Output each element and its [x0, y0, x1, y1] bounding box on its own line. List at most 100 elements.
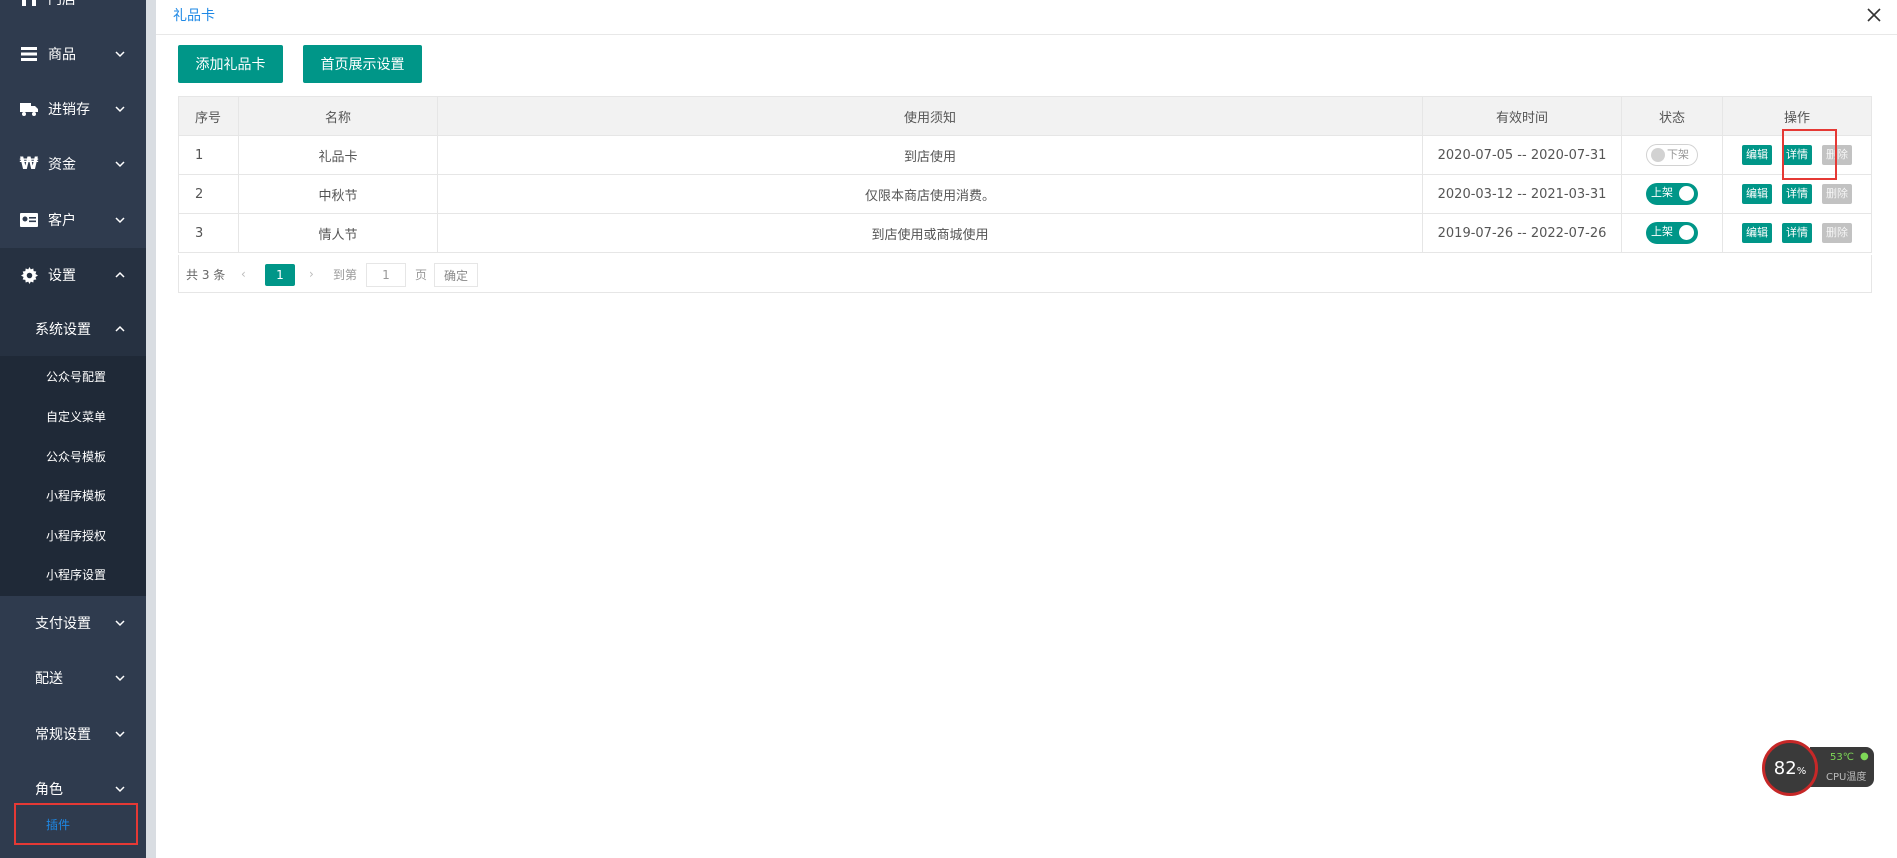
column-header-notice: 使用须知	[437, 96, 1423, 136]
chevron-down-icon	[115, 51, 125, 58]
page-confirm-button[interactable]: 确定	[434, 263, 478, 287]
id-card-icon	[18, 209, 40, 231]
cpu-usage-ring: 82 %	[1762, 740, 1818, 796]
cell-name: 情人节	[238, 213, 438, 253]
sidebar-item-system-settings[interactable]: 系统设置	[0, 302, 146, 356]
close-icon[interactable]	[1865, 6, 1883, 24]
chevron-down-icon	[115, 106, 125, 113]
sidebar-subitem-miniprogram-template[interactable]: 小程序模板	[0, 475, 146, 515]
cell-notice: 仅限本商店使用消费。	[437, 174, 1423, 214]
chevron-up-icon	[115, 325, 125, 332]
table-row: 3 情人节 到店使用或商城使用 2019-07-26 -- 2022-07-26…	[178, 213, 1872, 253]
sidebar-divider	[146, 0, 156, 858]
chevron-down-icon	[115, 675, 125, 682]
sidebar: 门店 商品 进销存 ₩ 资金 客户 设置 系统设置 公众号配置 自定义菜单 公众…	[0, 0, 146, 858]
sidebar-item-goods[interactable]: 商品	[0, 27, 146, 81]
column-header-seq: 序号	[178, 96, 239, 136]
sidebar-item-plugins[interactable]: 插件	[14, 803, 138, 845]
edit-button[interactable]: 编辑	[1742, 145, 1772, 165]
sidebar-item-label: 门店	[48, 0, 76, 8]
prev-page-icon[interactable]: ‹	[241, 255, 246, 293]
sidebar-item-label: 常规设置	[35, 727, 91, 743]
cell-seq: 2	[178, 174, 239, 214]
goto-label: 到第	[333, 267, 358, 282]
column-header-name: 名称	[238, 96, 438, 136]
sidebar-item-customers[interactable]: 客户	[0, 193, 146, 247]
cell-valid-time: 2019-07-26 -- 2022-07-26	[1422, 213, 1622, 253]
sidebar-item-settings[interactable]: 设置	[0, 248, 146, 302]
cell-valid-time: 2020-03-12 -- 2021-03-31	[1422, 174, 1622, 214]
sidebar-item-delivery[interactable]: 配送	[0, 651, 146, 705]
sidebar-subitem-official-account-template[interactable]: 公众号模板	[0, 436, 146, 476]
sidebar-item-label: 进销存	[48, 102, 90, 118]
gift-card-table: 序号 名称 使用须知 有效时间 状态 操作 1 礼品卡 到店使用 2020-07…	[178, 96, 1872, 253]
cell-notice: 到店使用或商城使用	[437, 213, 1423, 253]
panel-header: 礼品卡	[156, 0, 1897, 35]
sidebar-subitem-label: 自定义菜单	[46, 409, 107, 424]
cell-seq: 1	[178, 135, 239, 175]
home-display-settings-button[interactable]: 首页展示设置	[303, 45, 422, 83]
toggle-label: 上架	[1651, 225, 1673, 238]
column-header-actions: 操作	[1722, 96, 1872, 136]
edit-button[interactable]: 编辑	[1742, 184, 1772, 204]
cell-actions: 编辑 详情 删除	[1722, 135, 1872, 175]
cpu-temp-tab: 53℃ ● CPU温度	[1810, 747, 1874, 787]
page-button-current[interactable]: 1	[265, 264, 295, 286]
status-toggle[interactable]: 上架	[1646, 183, 1698, 205]
delete-button[interactable]: 删除	[1822, 223, 1852, 243]
cell-actions: 编辑 详情 删除	[1722, 174, 1872, 214]
detail-button[interactable]: 详情	[1782, 223, 1812, 243]
column-header-status: 状态	[1621, 96, 1723, 136]
won-icon: ₩	[19, 154, 39, 174]
cell-status: 上架	[1621, 174, 1723, 214]
cell-actions: 编辑 详情 删除	[1722, 213, 1872, 253]
toggle-knob	[1679, 186, 1694, 201]
gift-card-panel: 礼品卡 添加礼品卡 首页展示设置 序号 名称 使用须知 有效时间 状态 操作 1…	[156, 0, 1897, 858]
sidebar-item-funds[interactable]: ₩ 资金	[0, 137, 146, 191]
delete-button[interactable]: 删除	[1822, 184, 1852, 204]
cell-status: 下架	[1621, 135, 1723, 175]
sidebar-subitem-custom-menu[interactable]: 自定义菜单	[0, 396, 146, 436]
page-number-input[interactable]: 1	[366, 263, 406, 287]
cpu-usage-unit: %	[1796, 765, 1807, 777]
sidebar-item-label: 客户	[48, 213, 76, 229]
toggle-label: 上架	[1651, 186, 1673, 199]
cell-name: 礼品卡	[238, 135, 438, 175]
drop-icon: ●	[1860, 751, 1869, 762]
sidebar-item-general-settings[interactable]: 常规设置	[0, 707, 146, 761]
page-title: 礼品卡	[173, 8, 215, 24]
add-gift-card-button[interactable]: 添加礼品卡	[178, 45, 283, 83]
cell-name: 中秋节	[238, 174, 438, 214]
sidebar-item-store[interactable]: 门店	[0, 0, 146, 26]
detail-button[interactable]: 详情	[1782, 145, 1812, 165]
chevron-down-icon	[115, 620, 125, 627]
delete-button[interactable]: 删除	[1822, 145, 1852, 165]
sidebar-item-label: 商品	[48, 47, 76, 63]
detail-button[interactable]: 详情	[1782, 184, 1812, 204]
chevron-up-icon	[115, 271, 125, 278]
edit-button[interactable]: 编辑	[1742, 223, 1772, 243]
gear-icon	[18, 264, 40, 286]
status-toggle[interactable]: 下架	[1646, 144, 1698, 166]
sidebar-item-payment-settings[interactable]: 支付设置	[0, 596, 146, 650]
sidebar-subitem-label: 小程序设置	[46, 567, 107, 582]
sidebar-subitem-label: 公众号配置	[46, 369, 107, 384]
sidebar-subitem-label: 公众号模板	[46, 449, 107, 464]
sidebar-subitem-miniprogram-auth[interactable]: 小程序授权	[0, 515, 146, 555]
sidebar-item-inventory[interactable]: 进销存	[0, 82, 146, 136]
chevron-down-icon	[115, 786, 125, 793]
cell-valid-time: 2020-07-05 -- 2020-07-31	[1422, 135, 1622, 175]
store-icon	[18, 0, 40, 10]
next-page-icon[interactable]: ›	[309, 255, 314, 293]
pagination: 共 3 条 ‹ 1 › 到第 1 页 确定	[178, 255, 1872, 293]
cpu-monitor-widget[interactable]: 53℃ ● CPU温度 82 %	[1762, 737, 1882, 799]
page-unit-label: 页	[415, 267, 428, 282]
sidebar-subitem-label: 小程序授权	[46, 528, 107, 543]
status-toggle[interactable]: 上架	[1646, 222, 1698, 244]
toggle-knob	[1679, 225, 1694, 240]
sidebar-item-label: 支付设置	[35, 616, 91, 632]
table-header-row: 序号 名称 使用须知 有效时间 状态 操作	[178, 96, 1872, 136]
sidebar-subitem-official-account-config[interactable]: 公众号配置	[0, 356, 146, 396]
table-row: 2 中秋节 仅限本商店使用消费。 2020-03-12 -- 2021-03-3…	[178, 174, 1872, 214]
sidebar-subitem-miniprogram-settings[interactable]: 小程序设置	[0, 554, 146, 594]
